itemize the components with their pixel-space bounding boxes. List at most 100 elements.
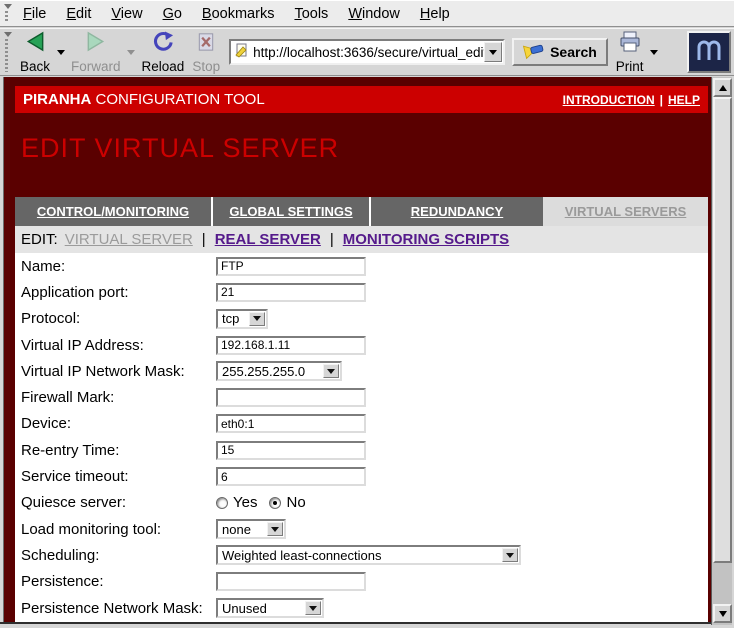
print-icon bbox=[618, 31, 642, 58]
search-icon bbox=[523, 42, 545, 63]
reload-label: Reload bbox=[142, 59, 185, 74]
scheduling-select[interactable]: Weighted least-connections bbox=[216, 545, 521, 565]
field-label-application-port: Application port: bbox=[21, 284, 216, 301]
app-title: PIRANHA CONFIGURATION TOOL bbox=[23, 91, 265, 108]
help-link[interactable]: HELP bbox=[668, 93, 700, 107]
re-entry-time-input[interactable] bbox=[216, 441, 366, 460]
url-input[interactable]: http://localhost:3636/secure/virtual_edi… bbox=[250, 45, 484, 60]
introduction-link[interactable]: INTRODUCTION bbox=[563, 93, 655, 107]
toolbar-grippy[interactable] bbox=[2, 31, 12, 73]
vertical-scrollbar[interactable] bbox=[711, 77, 732, 625]
form-row-virtual-ip-network-mask: Virtual IP Network Mask:255.255.255.0 bbox=[15, 358, 708, 384]
window-bottom-edge bbox=[0, 622, 711, 628]
page-bookmark-icon bbox=[234, 42, 250, 63]
forward-dropdown-button[interactable] bbox=[125, 37, 138, 67]
field-label-firewall-mark: Firewall Mark: bbox=[21, 389, 216, 406]
edit-prefix-label: EDIT: bbox=[21, 231, 58, 248]
form-row-firewall-mark: Firewall Mark: bbox=[15, 384, 708, 410]
forward-label: Forward bbox=[71, 59, 121, 74]
stop-button[interactable]: Stop bbox=[188, 30, 224, 74]
field-label-quiesce-server: Quiesce server: bbox=[21, 494, 216, 511]
service-timeout-input[interactable] bbox=[216, 467, 366, 486]
navigation-toolbar: Back Forward Reload Stop http: bbox=[0, 28, 734, 76]
scroll-up-icon[interactable] bbox=[713, 78, 732, 97]
chevron-down-icon bbox=[249, 312, 265, 326]
subnav-real-server[interactable]: REAL SERVER bbox=[215, 231, 321, 248]
form-row-persistence: Persistence: bbox=[15, 569, 708, 595]
tab-virtual-servers[interactable]: VIRTUAL SERVERS bbox=[543, 197, 708, 226]
edit-subnav: EDIT: VIRTUAL SERVER|REAL SERVER|MONITOR… bbox=[15, 226, 708, 253]
protocol-select[interactable]: tcp bbox=[216, 309, 268, 329]
field-label-persistence: Persistence: bbox=[21, 573, 216, 590]
field-label-virtual-ip-address: Virtual IP Address: bbox=[21, 337, 216, 354]
device-input[interactable] bbox=[216, 414, 366, 433]
toolbar-grippy[interactable] bbox=[2, 3, 12, 24]
forward-button[interactable]: Forward bbox=[67, 30, 125, 74]
url-history-dropdown[interactable] bbox=[484, 42, 502, 62]
scrollbar-thumb[interactable] bbox=[713, 97, 732, 563]
form-row-persistence-network-mask: Persistence Network Mask:Unused bbox=[15, 595, 708, 621]
menu-go[interactable]: Go bbox=[156, 3, 189, 25]
application-port-input[interactable] bbox=[216, 283, 366, 302]
stop-label: Stop bbox=[192, 59, 220, 74]
field-label-protocol: Protocol: bbox=[21, 310, 216, 327]
chevron-down-icon bbox=[305, 601, 321, 615]
menu-window[interactable]: Window bbox=[341, 3, 407, 25]
persistence-input[interactable] bbox=[216, 572, 366, 591]
menu-help[interactable]: Help bbox=[413, 3, 457, 25]
back-icon bbox=[23, 30, 47, 58]
tab-global-settings[interactable]: GLOBAL SETTINGS bbox=[213, 197, 371, 226]
menu-items: File Edit View Go BookmarksTools Window Help bbox=[16, 3, 463, 25]
tab-control-monitoring[interactable]: CONTROL/MONITORING bbox=[15, 197, 213, 226]
field-label-device: Device: bbox=[21, 415, 216, 432]
firewall-mark-input[interactable] bbox=[216, 388, 366, 407]
back-label: Back bbox=[20, 59, 50, 74]
persistence-network-mask-select[interactable]: Unused bbox=[216, 598, 324, 618]
page-content: PIRANHA CONFIGURATION TOOL INTRODUCTION|… bbox=[3, 77, 711, 622]
virtual-ip-network-mask-select[interactable]: 255.255.255.0 bbox=[216, 361, 342, 381]
mozilla-throbber-button[interactable] bbox=[687, 31, 731, 73]
print-dropdown-button[interactable] bbox=[648, 37, 661, 67]
chevron-down-icon bbox=[323, 364, 339, 378]
chevron-down-icon bbox=[502, 548, 518, 562]
field-label-scheduling: Scheduling: bbox=[21, 547, 216, 564]
print-button[interactable]: Print bbox=[612, 30, 648, 74]
scroll-down-icon[interactable] bbox=[713, 604, 732, 623]
virtual-ip-address-input[interactable] bbox=[216, 336, 366, 355]
main-tabs: CONTROL/MONITORINGGLOBAL SETTINGSREDUNDA… bbox=[15, 197, 708, 226]
form-row-scheduling: Scheduling:Weighted least-connections bbox=[15, 542, 708, 568]
field-label-load-monitoring-tool: Load monitoring tool: bbox=[21, 521, 216, 538]
quiesce-server-radio-no[interactable] bbox=[269, 497, 281, 509]
back-dropdown-button[interactable] bbox=[54, 37, 67, 67]
field-label-service-timeout: Service timeout: bbox=[21, 468, 216, 485]
reload-button[interactable]: Reload bbox=[138, 30, 189, 74]
menu-bar: File Edit View Go BookmarksTools Window Help bbox=[0, 0, 734, 27]
tab-redundancy[interactable]: REDUNDANCY bbox=[371, 197, 543, 226]
menu-edit[interactable]: Edit bbox=[59, 3, 98, 25]
menu-tools[interactable]: Tools bbox=[287, 3, 335, 25]
back-button[interactable]: Back bbox=[16, 30, 54, 74]
reload-icon bbox=[151, 30, 175, 58]
forward-icon bbox=[84, 30, 108, 58]
form-row-application-port: Application port: bbox=[15, 279, 708, 305]
header-links: INTRODUCTION|HELP bbox=[563, 93, 700, 107]
menu-view[interactable]: View bbox=[104, 3, 149, 25]
menu-file[interactable]: File bbox=[16, 3, 53, 25]
field-label-persistence-network-mask: Persistence Network Mask: bbox=[21, 600, 216, 617]
load-monitoring-tool-select[interactable]: none bbox=[216, 519, 286, 539]
name-input[interactable] bbox=[216, 257, 366, 276]
url-bar: http://localhost:3636/secure/virtual_edi… bbox=[229, 39, 505, 65]
menu-bookmarks[interactable]: Bookmarks bbox=[195, 3, 282, 25]
quiesce-server-radio-yes[interactable] bbox=[216, 497, 228, 509]
field-label-virtual-ip-network-mask: Virtual IP Network Mask: bbox=[21, 363, 216, 380]
print-label: Print bbox=[616, 59, 644, 74]
stop-icon bbox=[194, 30, 218, 58]
piranha-header-bar: PIRANHA CONFIGURATION TOOL INTRODUCTION|… bbox=[15, 86, 708, 113]
browser-window: File Edit View Go BookmarksTools Window Help B… bbox=[0, 0, 734, 628]
form-row-virtual-ip-address: Virtual IP Address: bbox=[15, 332, 708, 358]
form-row-protocol: Protocol:tcp bbox=[15, 306, 708, 332]
edit-virtual-server-form: Name:Application port:Protocol:tcpVirtua… bbox=[15, 253, 708, 622]
mozilla-logo-icon bbox=[692, 34, 726, 71]
search-button[interactable]: Search bbox=[512, 38, 608, 66]
subnav-monitoring-scripts[interactable]: MONITORING SCRIPTS bbox=[343, 231, 509, 248]
